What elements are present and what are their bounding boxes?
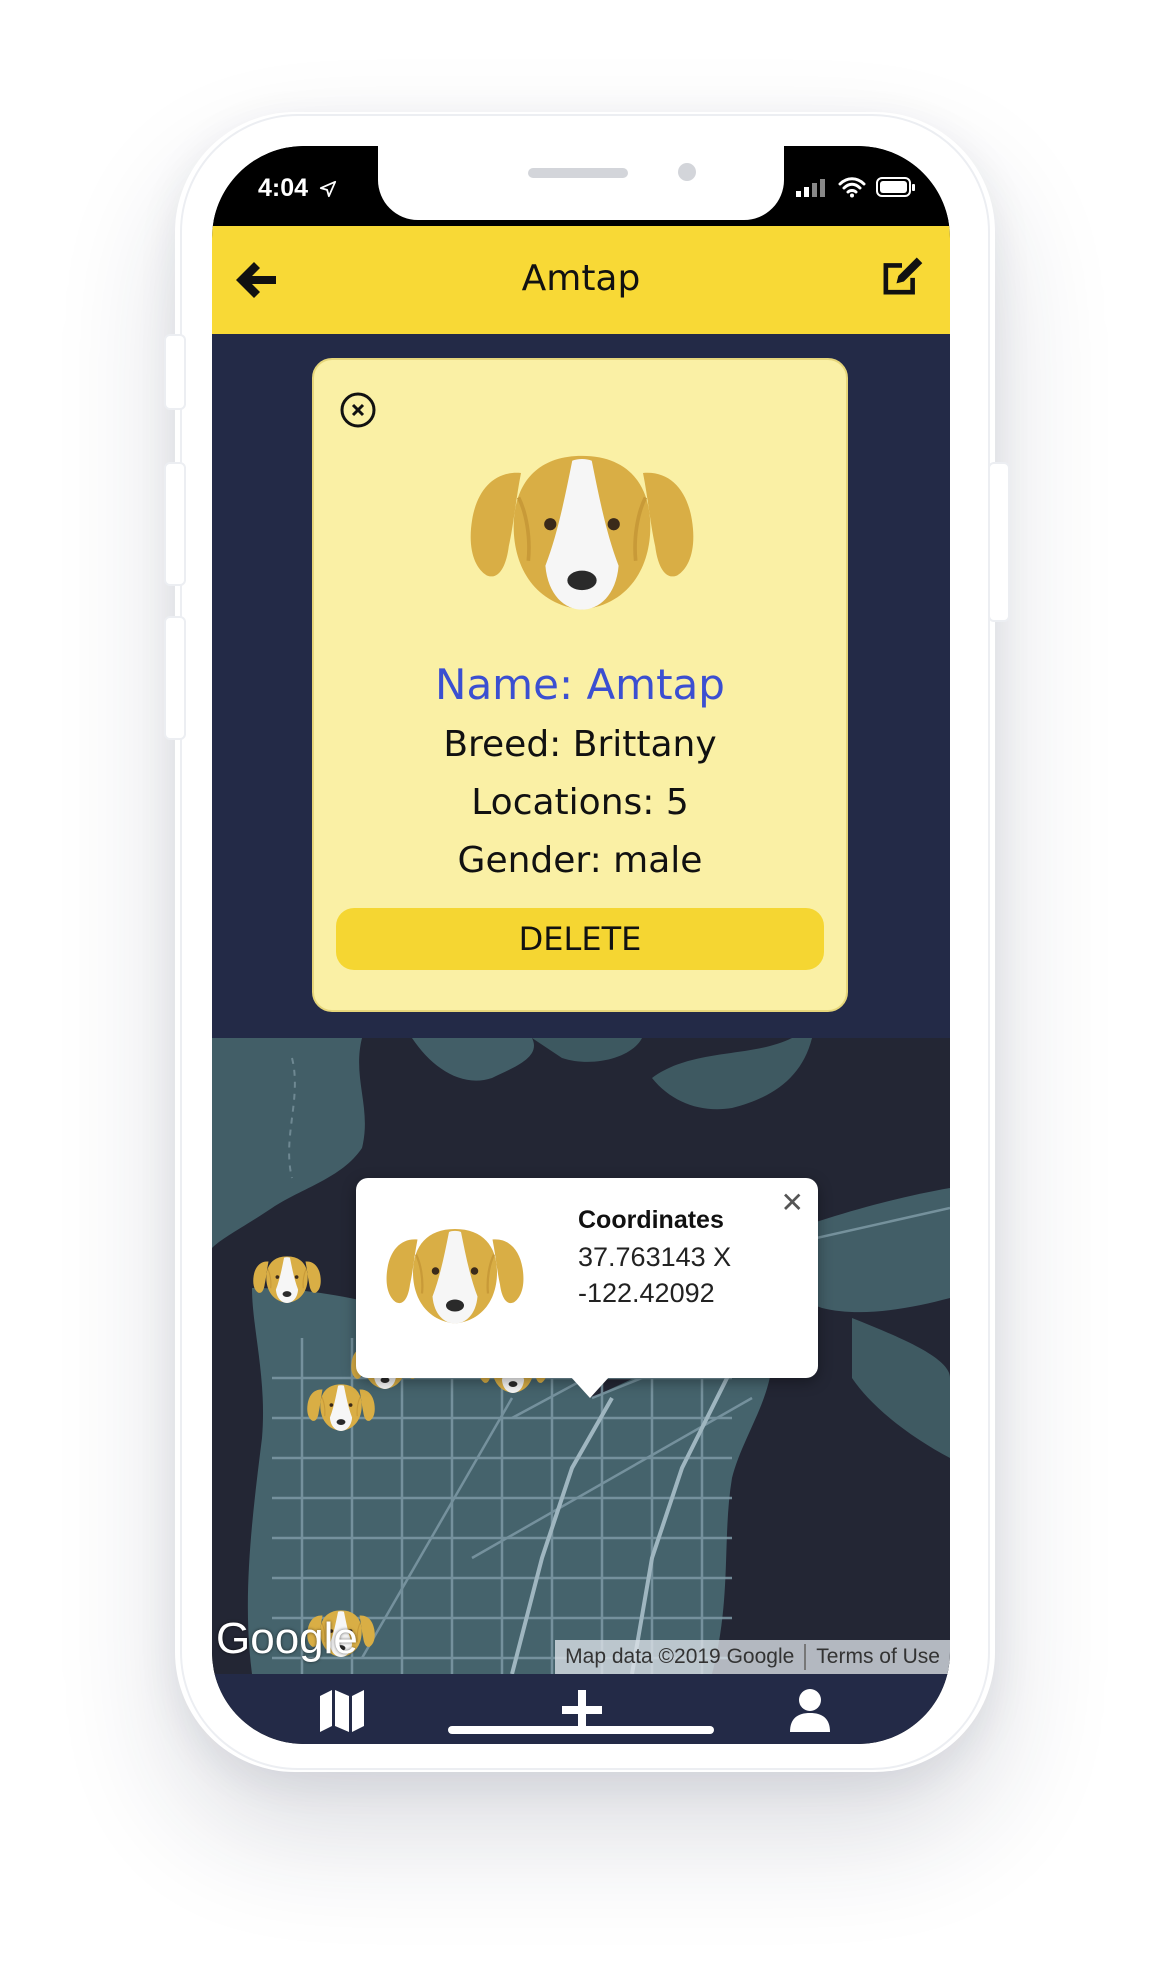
dog-avatar-image <box>468 454 696 612</box>
status-icons <box>796 176 916 198</box>
terms-of-use-link[interactable]: Terms of Use <box>806 1645 950 1669</box>
signal-icon <box>796 179 825 197</box>
dog-detail-section: Name: Amtap Breed: Brittany Locations: 5… <box>212 334 950 1038</box>
home-indicator <box>448 1726 714 1734</box>
dog-gender: Gender: male <box>457 840 703 881</box>
phone-screen: 4:04 Amtap Name: Amtap Breed: Brittany L… <box>212 146 950 1744</box>
wifi-icon <box>838 177 866 198</box>
status-time: 4:04 <box>258 174 337 203</box>
map-view[interactable]: ✕ Coordinates 37.763143 X -122.42092 Goo… <box>212 1038 950 1674</box>
map-marker[interactable] <box>304 1372 378 1444</box>
edit-icon[interactable] <box>878 252 926 300</box>
info-window-longitude: -122.42092 <box>578 1278 715 1308</box>
delete-button[interactable]: DELETE <box>336 908 824 970</box>
google-logo: Google <box>216 1614 358 1663</box>
speaker <box>528 168 628 178</box>
info-window-pointer <box>570 1376 610 1398</box>
map-icon[interactable] <box>318 1688 366 1732</box>
info-window-latitude: 37.763143 X <box>578 1242 732 1272</box>
side-button-volume-up <box>164 462 186 586</box>
side-button-mute <box>164 334 186 410</box>
dog-locations: Locations: 5 <box>471 782 689 823</box>
battery-icon <box>876 177 915 197</box>
map-attribution: Map data ©2019 Google Terms of Use <box>555 1640 950 1674</box>
dog-card: Name: Amtap Breed: Brittany Locations: 5… <box>312 358 848 1012</box>
map-marker[interactable] <box>250 1244 324 1316</box>
side-button-volume-down <box>164 616 186 740</box>
camera <box>678 163 696 181</box>
dog-breed: Breed: Brittany <box>443 724 717 765</box>
info-window-dog-image <box>385 1227 525 1325</box>
close-circle-icon[interactable] <box>338 390 378 430</box>
map-data-text: Map data ©2019 Google <box>565 1645 795 1668</box>
info-window-heading: Coordinates <box>578 1206 724 1234</box>
app-header: Amtap <box>212 226 950 334</box>
user-icon[interactable] <box>786 1688 834 1732</box>
notch <box>378 146 784 220</box>
dog-name: Name: Amtap <box>435 660 725 709</box>
side-button-power <box>988 462 1010 622</box>
marker-info-window: ✕ Coordinates 37.763143 X -122.42092 <box>356 1178 818 1398</box>
page-title: Amtap <box>521 258 641 299</box>
info-window-close-icon[interactable]: ✕ <box>781 1186 804 1219</box>
status-bar: 4:04 <box>212 146 950 226</box>
location-arrow-icon <box>319 180 337 198</box>
